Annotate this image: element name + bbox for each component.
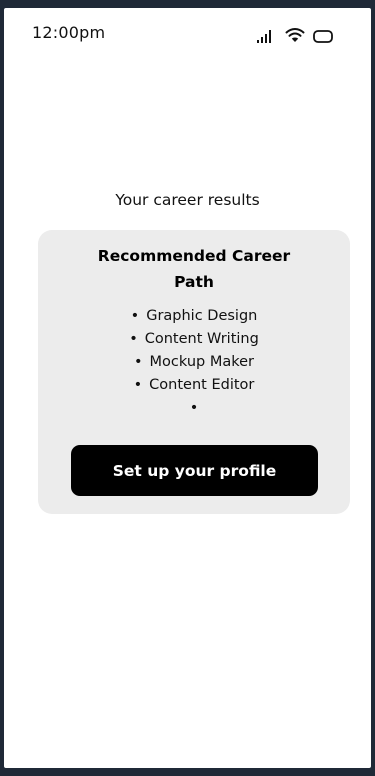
career-label: Graphic Design: [146, 308, 258, 324]
career-list: • Graphic Design • Content Writing • Mockup…: [38, 305, 350, 420]
career-results-card: Recommended Career Path • Graphic Design …: [38, 230, 350, 514]
empty-list-item: •: [38, 397, 350, 420]
bullet: •: [133, 377, 143, 393]
card-heading: Recommended Career Path: [94, 243, 294, 295]
list-item: • Mockup Maker: [38, 351, 350, 374]
page-title: Your career results: [115, 191, 260, 209]
list-item: • Graphic Design: [38, 305, 350, 328]
bullet: •: [130, 308, 140, 324]
bullet: •: [129, 331, 138, 347]
career-label: Mockup Maker: [149, 354, 255, 370]
set-up-profile-button[interactable]: Set up your profile: [71, 445, 318, 496]
phone-screen: 12:00pm Your career results Recommended …: [4, 8, 371, 768]
bullet: •: [133, 354, 143, 370]
list-item: • Content Editor: [38, 374, 350, 397]
list-item: • Content Writing: [38, 328, 350, 351]
card-heading-line-2: Path: [174, 273, 214, 291]
battery-icon: [313, 29, 333, 43]
status-bar: 12:00pm: [4, 8, 371, 48]
card-heading-line-1: Recommended Career: [97, 247, 291, 265]
wifi-icon: [285, 27, 305, 43]
career-label: Content Writing: [144, 331, 259, 347]
status-time: 12:00pm: [32, 23, 106, 42]
bullet: •: [189, 400, 199, 416]
status-icons: [257, 23, 333, 43]
career-label: Content Editor: [149, 377, 255, 393]
signal-icon: [257, 29, 277, 43]
